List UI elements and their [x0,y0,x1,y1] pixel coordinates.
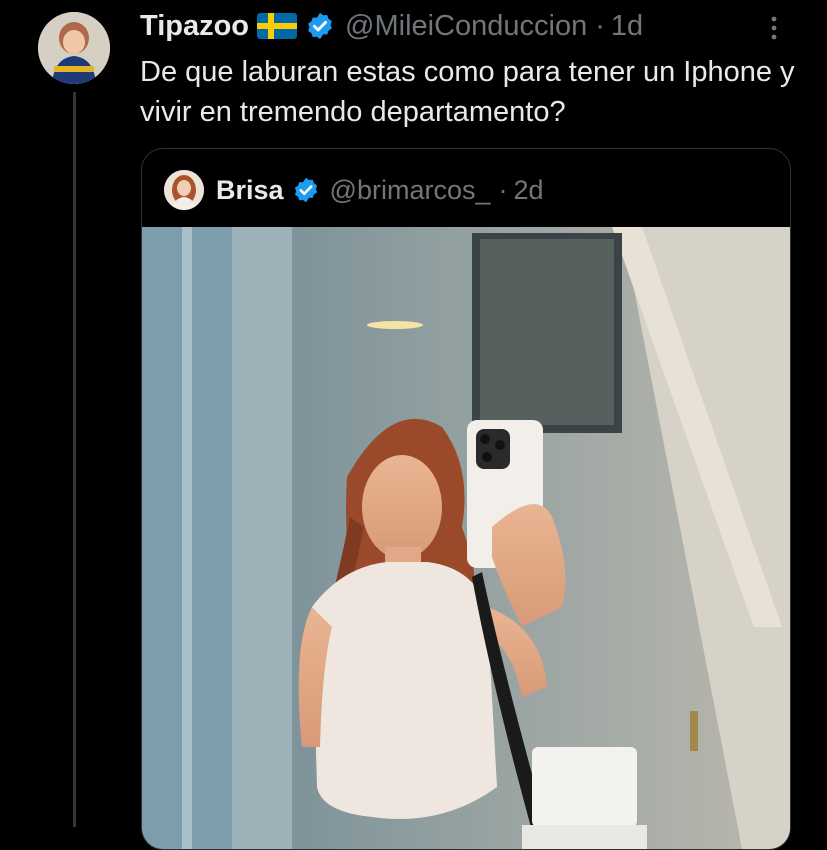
quoted-avatar-image [164,170,204,210]
separator-dot: · [595,9,605,42]
author-handle[interactable]: @MileiConduccion [345,10,587,43]
quoted-tweet-card[interactable]: Brisa @brimarcos_ · 2d [141,148,791,850]
more-vertical-icon[interactable] [762,14,786,42]
quoted-tweet-timestamp[interactable]: 2d [514,175,544,206]
avatar-image [38,12,110,84]
quoted-author-name[interactable]: Brisa [216,175,284,206]
tweet-header: Tipazoo @MileiConduccion · 1d [140,6,643,46]
quoted-author-handle[interactable]: @brimarcos_ [330,175,491,206]
quoted-author-avatar[interactable] [164,170,204,210]
tweet[interactable]: Tipazoo @MileiConduccion · 1d De que lab… [0,0,827,850]
thread-line [73,92,76,827]
author-avatar[interactable] [38,12,110,84]
author-name[interactable]: Tipazoo [140,10,249,43]
tweet-text: De que laburan estas como para tener un … [140,56,795,128]
mirror-selfie-photo [142,227,790,849]
quoted-tweet-photo[interactable] [142,227,790,849]
sweden-flag-icon [257,13,298,39]
separator-dot: · [498,174,508,205]
verified-badge-icon [305,11,335,41]
verified-badge-icon [292,176,320,204]
quoted-tweet-header: Brisa @brimarcos_ · 2d [164,169,544,211]
tweet-timestamp[interactable]: 1d [611,10,643,43]
